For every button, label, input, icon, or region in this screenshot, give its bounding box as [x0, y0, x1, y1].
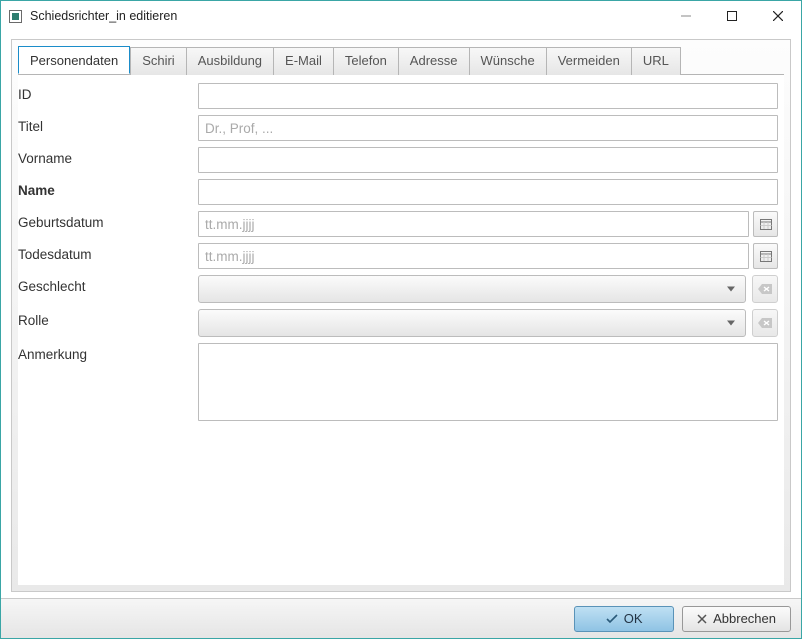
- ok-button[interactable]: OK: [574, 606, 674, 632]
- backspace-icon: [758, 318, 772, 328]
- anmerkung-textarea[interactable]: [198, 343, 778, 421]
- label-titel: Titel: [18, 115, 198, 134]
- tab-adresse[interactable]: Adresse: [398, 47, 469, 75]
- backspace-icon: [758, 284, 772, 294]
- label-id: ID: [18, 83, 198, 102]
- rolle-clear-button[interactable]: [752, 309, 779, 337]
- main-panel: Personendaten Schiri Ausbildung E-Mail T…: [11, 39, 791, 592]
- cancel-button[interactable]: Abbrechen: [682, 606, 791, 632]
- maximize-button[interactable]: [709, 1, 755, 31]
- window-title: Schiedsrichter_in editieren: [30, 9, 177, 23]
- maximize-icon: [727, 11, 737, 21]
- tab-wuensche[interactable]: Wünsche: [469, 47, 546, 75]
- geburtsdatum-picker-button[interactable]: [753, 211, 778, 237]
- name-input[interactable]: [198, 179, 778, 205]
- ok-label: OK: [624, 611, 643, 626]
- tab-email[interactable]: E-Mail: [273, 47, 333, 75]
- tab-label: E-Mail: [285, 53, 322, 68]
- label-anmerkung: Anmerkung: [18, 343, 198, 362]
- tab-label: Personendaten: [30, 53, 118, 68]
- rolle-select[interactable]: [198, 309, 746, 337]
- tab-telefon[interactable]: Telefon: [333, 47, 398, 75]
- tab-label: Wünsche: [481, 53, 535, 68]
- content-area: Personendaten Schiri Ausbildung E-Mail T…: [1, 31, 801, 598]
- label-vorname: Vorname: [18, 147, 198, 166]
- close-button[interactable]: [755, 1, 801, 31]
- tab-schiri[interactable]: Schiri: [130, 47, 186, 75]
- geburtsdatum-input[interactable]: [198, 211, 749, 237]
- tab-body-personendaten: ID Titel Vorname Name Geburtsdatum: [18, 74, 784, 585]
- label-name: Name: [18, 179, 198, 198]
- titlebar: Schiedsrichter_in editieren: [1, 1, 801, 31]
- id-input[interactable]: [198, 83, 778, 109]
- cancel-icon: [697, 614, 707, 624]
- label-geburtsdatum: Geburtsdatum: [18, 211, 198, 230]
- check-icon: [606, 614, 618, 624]
- minimize-icon: [681, 11, 691, 21]
- close-icon: [773, 11, 783, 21]
- cancel-label: Abbrechen: [713, 611, 776, 626]
- geschlecht-select[interactable]: [198, 275, 746, 303]
- minimize-button[interactable]: [663, 1, 709, 31]
- app-icon: [9, 10, 22, 23]
- tab-vermeiden[interactable]: Vermeiden: [546, 47, 631, 75]
- calendar-icon: [760, 218, 772, 230]
- titel-input[interactable]: [198, 115, 778, 141]
- dialog-footer: OK Abbrechen: [1, 598, 801, 638]
- tab-label: Telefon: [345, 53, 387, 68]
- tab-label: Ausbildung: [198, 53, 262, 68]
- label-todesdatum: Todesdatum: [18, 243, 198, 262]
- tab-personendaten[interactable]: Personendaten: [18, 46, 130, 74]
- tab-label: Adresse: [410, 53, 458, 68]
- tab-ausbildung[interactable]: Ausbildung: [186, 47, 273, 75]
- label-rolle: Rolle: [18, 309, 198, 328]
- calendar-icon: [760, 250, 772, 262]
- geschlecht-clear-button[interactable]: [752, 275, 779, 303]
- window-controls: [663, 1, 801, 31]
- todesdatum-picker-button[interactable]: [753, 243, 778, 269]
- tabstrip: Personendaten Schiri Ausbildung E-Mail T…: [12, 40, 790, 74]
- label-geschlecht: Geschlecht: [18, 275, 198, 294]
- todesdatum-input[interactable]: [198, 243, 749, 269]
- tab-url[interactable]: URL: [631, 47, 681, 75]
- tab-label: Schiri: [142, 53, 175, 68]
- vorname-input[interactable]: [198, 147, 778, 173]
- tab-label: Vermeiden: [558, 53, 620, 68]
- tab-label: URL: [643, 53, 669, 68]
